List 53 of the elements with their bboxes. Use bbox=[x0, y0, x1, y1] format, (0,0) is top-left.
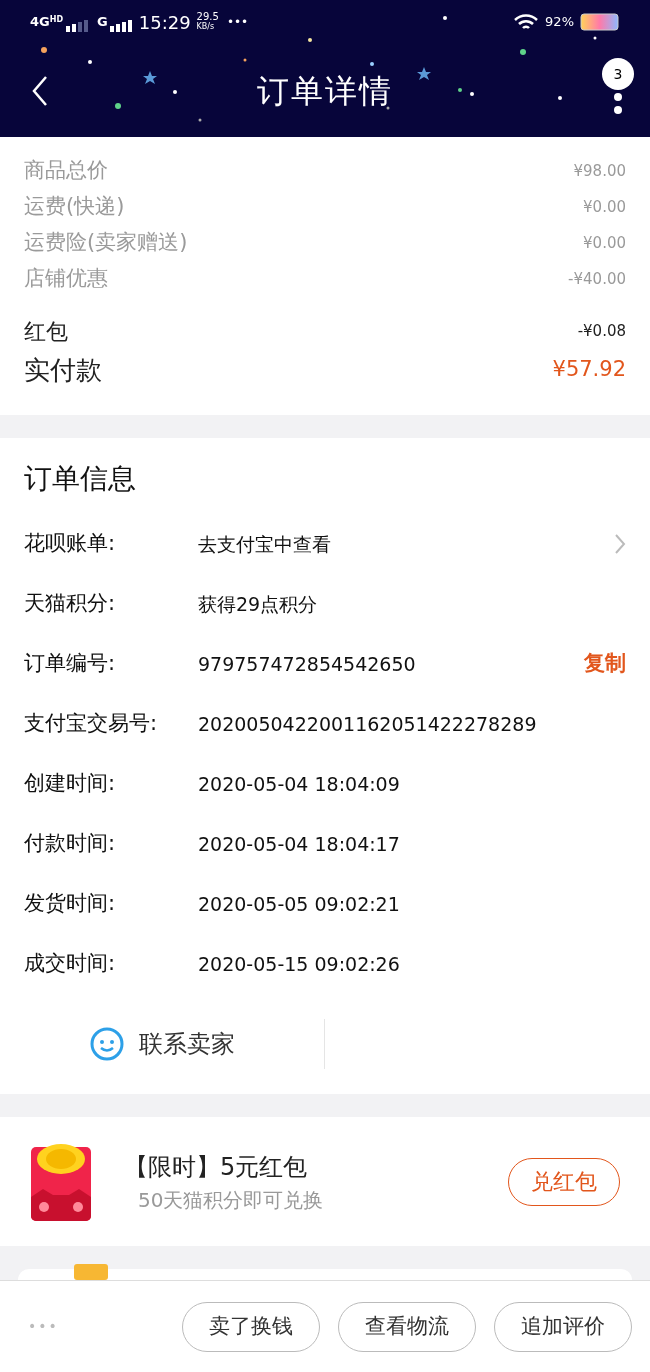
section-title: 订单信息 bbox=[24, 461, 136, 497]
price-label: 运费险(卖家赠送) bbox=[24, 229, 188, 257]
price-label: 红包 bbox=[24, 317, 68, 346]
price-label: 店铺优惠 bbox=[24, 265, 108, 293]
info-value: 2020-05-15 09:02:26 bbox=[198, 951, 401, 977]
action-button[interactable]: 卖了换钱 bbox=[182, 1301, 320, 1352]
info-label: 发货时间: bbox=[24, 890, 117, 918]
action-button[interactable]: 查看物流 bbox=[338, 1301, 476, 1352]
battery-icon bbox=[580, 13, 620, 31]
contact-seller-button[interactable]: 联系卖家 bbox=[89, 1026, 235, 1062]
star-icon bbox=[417, 67, 431, 80]
info-label: 花呗账单: bbox=[24, 530, 117, 558]
star-icon bbox=[143, 71, 157, 84]
more-icon[interactable] bbox=[613, 92, 623, 116]
signal-icon bbox=[108, 20, 135, 32]
clock-time: 15:29 bbox=[138, 10, 191, 35]
info-value[interactable]: 去支付宝中查看 bbox=[198, 529, 614, 559]
coupon-subtitle: 50天猫积分即可兑换 bbox=[138, 1186, 325, 1214]
info-value: 2020-05-05 09:02:21 bbox=[198, 891, 401, 917]
speed-unit: KB/s bbox=[196, 22, 216, 32]
wifi-icon bbox=[513, 13, 540, 31]
price-amount: ¥98.00 bbox=[573, 160, 626, 182]
info-label: 成交时间: bbox=[24, 950, 117, 978]
price-label: 实付款 bbox=[24, 353, 102, 387]
network-label: G bbox=[97, 13, 108, 32]
battery-percent: 92% bbox=[545, 13, 574, 32]
info-value: 2020050422001162051422278289 bbox=[198, 711, 538, 737]
price-amount: ¥57.92 bbox=[552, 356, 626, 384]
info-label: 付款时间: bbox=[24, 830, 117, 858]
envelope-icon bbox=[30, 1142, 92, 1221]
speed-value: 29.5 bbox=[196, 12, 219, 22]
info-label: 支付宝交易号: bbox=[24, 710, 159, 738]
info-value: 2020-05-04 18:04:17 bbox=[198, 831, 401, 857]
info-value: 获得29点积分 bbox=[198, 591, 319, 617]
chat-bubble-icon bbox=[89, 1026, 125, 1062]
coupon-title: 【限时】5元红包 bbox=[124, 1151, 309, 1183]
info-label: 订单编号: bbox=[24, 650, 117, 678]
info-label: 创建时间: bbox=[24, 770, 117, 798]
price-amount: -¥0.08 bbox=[577, 320, 626, 342]
info-label: 天猫积分: bbox=[24, 590, 117, 618]
more-indicator: ••• bbox=[226, 14, 249, 31]
price-label: 商品总价 bbox=[24, 157, 108, 185]
info-value: 979757472854542650 bbox=[198, 651, 417, 677]
back-icon[interactable] bbox=[30, 74, 50, 107]
price-label: 运费(快递) bbox=[24, 193, 125, 221]
price-amount: ¥0.00 bbox=[583, 232, 626, 254]
action-button[interactable]: 追加评价 bbox=[494, 1301, 632, 1352]
info-value: 2020-05-04 18:04:09 bbox=[198, 771, 401, 797]
copy-link[interactable]: 复制 bbox=[584, 648, 626, 680]
price-amount: -¥40.00 bbox=[568, 268, 626, 290]
page-title: 订单详情 bbox=[257, 71, 393, 110]
network-label: 4G$^{HD}$ bbox=[30, 13, 64, 32]
price-amount: ¥0.00 bbox=[583, 196, 626, 218]
